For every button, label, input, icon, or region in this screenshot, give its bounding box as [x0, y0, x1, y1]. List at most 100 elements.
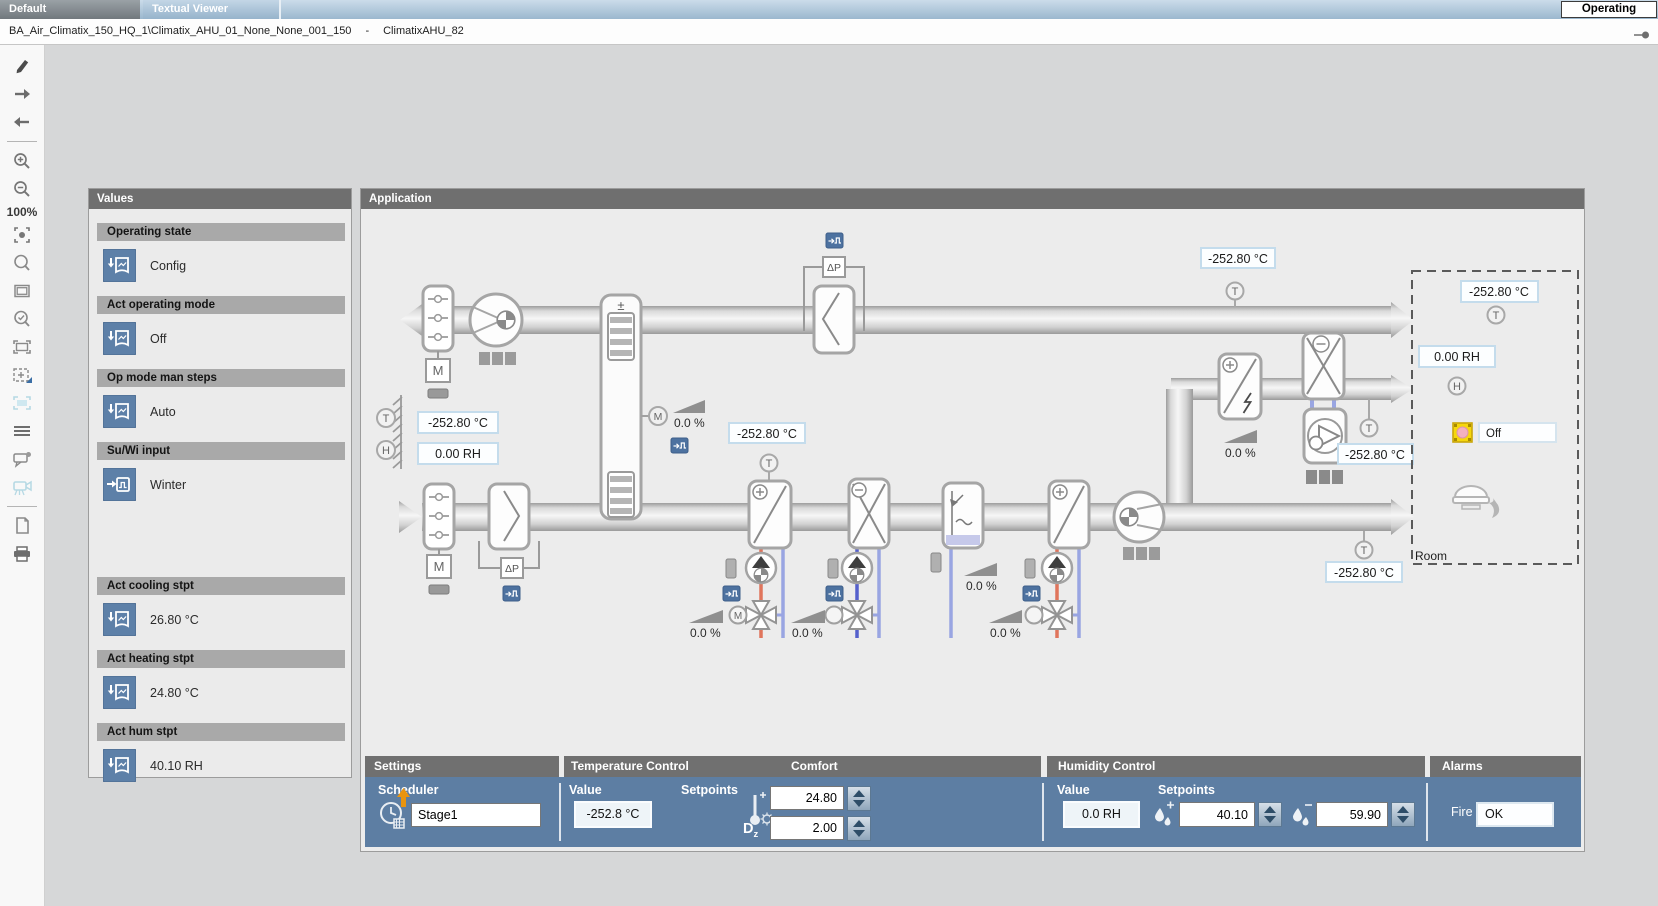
print-icon[interactable]	[8, 541, 36, 567]
sensor-letter: T	[766, 458, 773, 470]
control-strip-headers: Settings Temperature ControlComfort Humi…	[365, 756, 1581, 777]
back-arrow-icon[interactable]	[8, 109, 36, 135]
cooling-valve-percent: 0.0 %	[792, 626, 823, 640]
room-unit-device-icon[interactable]	[1453, 423, 1472, 442]
section-act-cooling-stpt: Act cooling stpt	[97, 577, 345, 595]
magnifier-icon[interactable]	[8, 250, 36, 276]
duct-work	[399, 302, 1414, 535]
override-icon[interactable]	[671, 438, 688, 453]
sensor-letter: H	[382, 445, 390, 457]
temp-value-label: Value	[569, 783, 602, 797]
value-item-act-operating-mode[interactable]: Off	[103, 322, 351, 355]
window-view-icon[interactable]	[8, 278, 36, 304]
forward-arrow-icon[interactable]	[8, 81, 36, 107]
spin-up-icon[interactable]	[853, 790, 865, 797]
readout-supply-duct-temp[interactable]: -252.80 °C	[1326, 562, 1402, 582]
override-icon	[103, 395, 136, 428]
dp-sensor-label: ΔP	[827, 262, 841, 274]
zoom-in-icon[interactable]	[8, 148, 36, 174]
sensor-letter: H	[1453, 381, 1461, 393]
override-icon[interactable]	[723, 586, 740, 601]
value-item-op-mode-man-steps[interactable]: Auto	[103, 395, 351, 428]
sensor-letter: T	[1361, 545, 1368, 557]
value-item-act-cooling-stpt[interactable]: 26.80 °C	[103, 603, 351, 636]
spin-down-icon[interactable]	[853, 830, 865, 837]
outside-hum-sensor: H	[377, 441, 395, 459]
spin-up-icon[interactable]	[853, 820, 865, 827]
edit-pen-icon[interactable]	[8, 53, 36, 79]
control-strip-body: Scheduler Value -252.8 °C Setpoints	[365, 777, 1581, 847]
supply-temp-sensor: T	[761, 455, 778, 481]
spin-up-icon[interactable]	[1264, 806, 1276, 813]
deadzone-spinner[interactable]	[847, 816, 871, 841]
select-region-icon[interactable]	[8, 334, 36, 360]
supply-filter: ΔP	[479, 484, 539, 601]
readout-extract-temp[interactable]: -252.80 °C	[1201, 248, 1275, 268]
supply-damper: M	[424, 484, 454, 594]
alarms-header: Alarms	[1430, 756, 1581, 777]
comfort-setpoint-input[interactable]	[770, 786, 844, 810]
override-icon[interactable]	[826, 586, 843, 601]
operating-button[interactable]: Operating	[1561, 1, 1657, 18]
readout-text: -252.80 °C	[1334, 566, 1394, 580]
fit-view-icon[interactable]	[8, 222, 36, 248]
camera-disabled-icon[interactable]	[8, 474, 36, 500]
pan-grid-icon[interactable]	[8, 362, 36, 388]
reheater-valve	[1042, 601, 1072, 629]
dp-sensor-label: ΔP	[505, 563, 519, 575]
readout-room-temp[interactable]: -252.80 °C	[1461, 281, 1538, 302]
readout-room-hum[interactable]: 0.00 RH	[1419, 346, 1495, 367]
override-icon[interactable]	[503, 586, 520, 601]
scheduler-input[interactable]	[411, 803, 541, 827]
dehumidify-setpoint-input[interactable]	[1316, 802, 1388, 827]
menu-lines-icon[interactable]	[8, 418, 36, 444]
comment-icon[interactable]	[8, 446, 36, 472]
section-su-wi-input: Su/Wi input	[97, 442, 345, 460]
spin-down-icon[interactable]	[853, 800, 865, 807]
override-icon	[103, 749, 136, 782]
humidify-icon	[1153, 801, 1175, 831]
spin-down-icon[interactable]	[1397, 816, 1409, 823]
breadcrumb: BA_Air_Climatix_150_HQ_1\Climatix_AHU_01…	[0, 19, 1658, 45]
value-item-su-wi-input[interactable]: Winter	[103, 468, 351, 501]
hum-value-readout[interactable]: 0.0 RH	[1063, 801, 1140, 828]
spin-down-icon[interactable]	[1264, 816, 1276, 823]
heating-valve-percent: 0.0 %	[690, 626, 721, 640]
section-act-heating-stpt: Act heating stpt	[97, 650, 345, 668]
readout-supply-temp[interactable]: -252.80 °C	[729, 423, 805, 443]
page-icon[interactable]	[8, 513, 36, 539]
override-icon[interactable]	[826, 233, 843, 248]
signal-slope-icon	[673, 400, 705, 413]
fire-alarm-status[interactable]: OK	[1476, 802, 1554, 827]
region-disabled-icon[interactable]	[8, 390, 36, 416]
readout-room-unit-state[interactable]: Off	[1479, 423, 1556, 442]
extract-temp-sensor: T	[1227, 283, 1244, 308]
readout-recirc-temp[interactable]: -252.80 °C	[1338, 444, 1413, 464]
deadzone-input[interactable]	[770, 816, 844, 840]
tab-textual-viewer[interactable]: Textual Viewer	[143, 0, 281, 19]
comfort-setpoint-spinner[interactable]	[847, 786, 871, 811]
cooling-valve	[842, 601, 872, 629]
readout-outside-hum[interactable]: 0.00 RH	[418, 443, 498, 464]
hum-value-label: Value	[1057, 783, 1090, 797]
values-panel-title: Values	[89, 189, 351, 209]
spin-up-icon[interactable]	[1397, 806, 1409, 813]
hum-setpoints-label: Setpoints	[1158, 783, 1215, 797]
readout-outside-temp[interactable]: -252.80 °C	[418, 412, 498, 433]
value-item-act-hum-stpt[interactable]: 40.10 RH	[103, 749, 351, 782]
pin-icon[interactable]	[1634, 31, 1650, 39]
value-item-operating-state[interactable]: Config	[103, 249, 351, 282]
tab-default[interactable]: Default	[0, 0, 140, 19]
section-act-operating-mode: Act operating mode	[97, 296, 345, 314]
value-item-act-heating-stpt[interactable]: 24.80 °C	[103, 676, 351, 709]
zoom-out-icon[interactable]	[8, 176, 36, 202]
humidify-setpoint-spinner[interactable]	[1258, 802, 1282, 827]
readout-text: Off	[1486, 428, 1502, 440]
temp-value-readout[interactable]: -252.8 °C	[574, 801, 652, 828]
humidify-setpoint-input[interactable]	[1179, 802, 1255, 827]
zoom-check-icon[interactable]	[8, 306, 36, 332]
value-item-label: 24.80 °C	[150, 686, 199, 700]
dehumidify-setpoint-spinner[interactable]	[1391, 802, 1415, 827]
value-item-label: Config	[150, 259, 186, 273]
override-icon[interactable]	[1023, 586, 1040, 601]
